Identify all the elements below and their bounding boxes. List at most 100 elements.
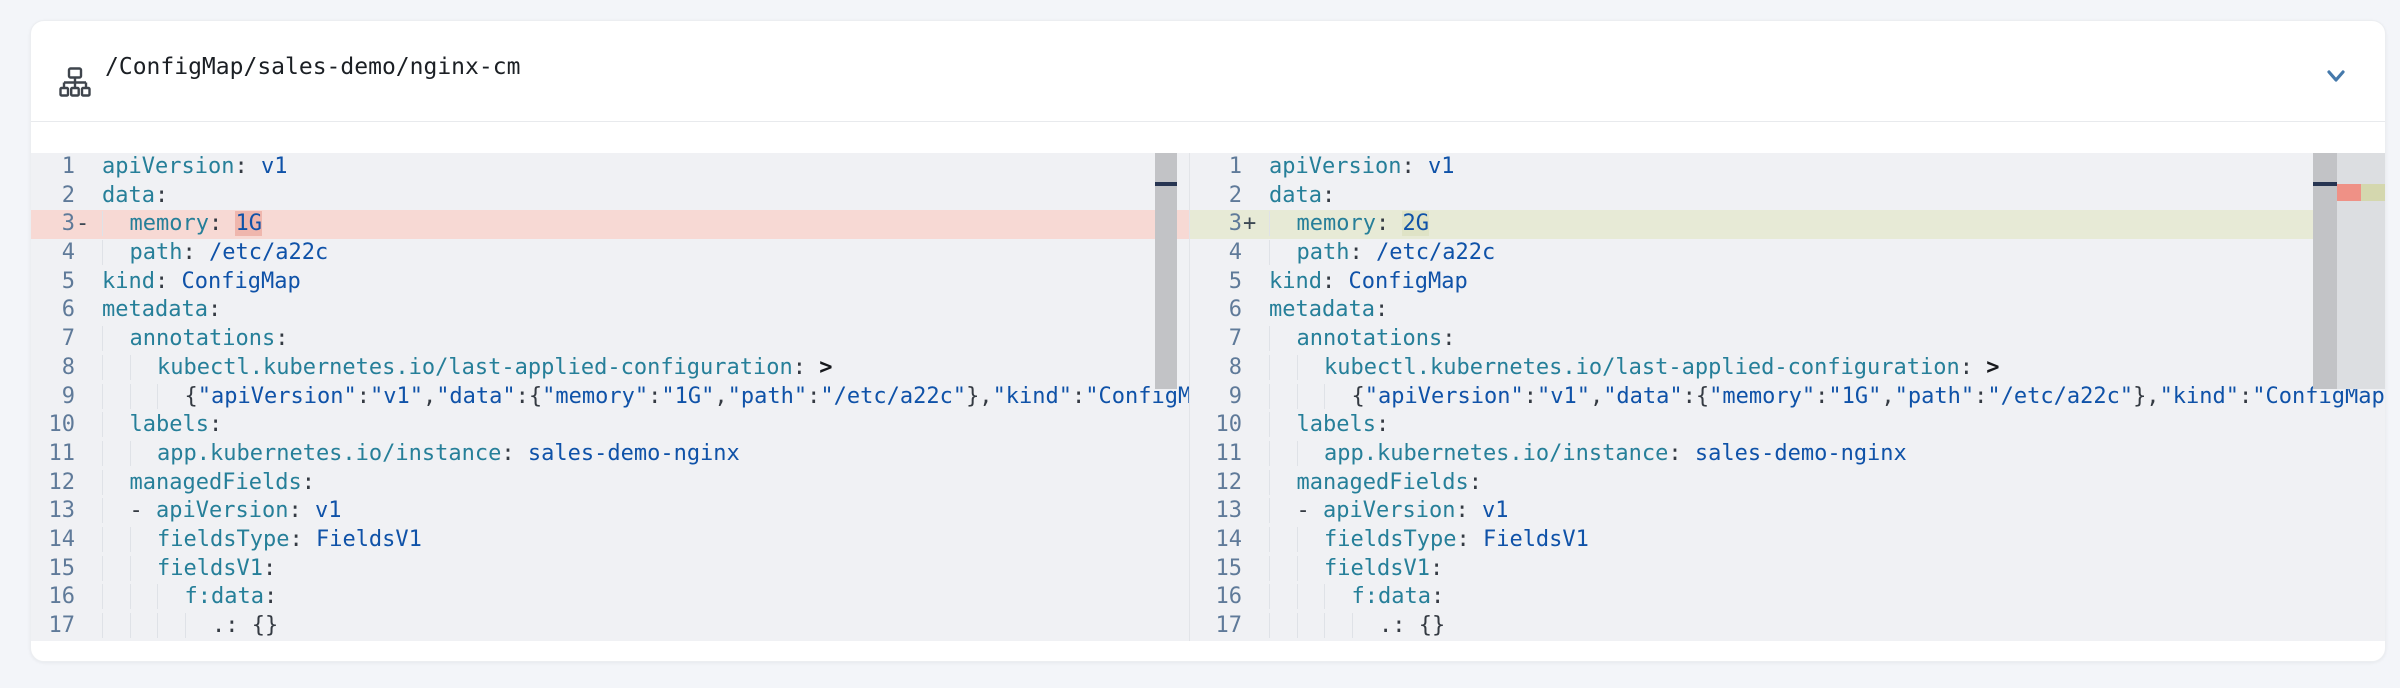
diff-sign [1242,583,1269,612]
overview-diff-marker [1155,182,1177,186]
line-number: 16 [1190,583,1242,612]
line-number: 6 [1190,296,1242,325]
code-line: 2data: [1190,182,2385,211]
code-text: annotations: [102,325,288,354]
code-line: 1 apiVersion: v1 [31,153,1189,182]
line-number: 14 [1190,526,1242,555]
code-text: annotations: [1269,325,1455,354]
scrollbar-thumb-original[interactable] [1155,153,1177,389]
code-text: f:data: [1269,583,1444,612]
code-text: path: /etc/a22c [102,239,328,268]
line-number: 3 [1190,210,1242,239]
diff-sign [75,612,102,641]
code-text: f:data: [102,583,277,612]
line-number: 8 [1190,354,1242,383]
diff-sign [75,354,102,383]
code-text: metadata: [102,296,221,325]
line-number: 15 [31,555,75,584]
diff-sign [1242,526,1269,555]
code-text: {"apiVersion":"v1","data":{"memory":"1G"… [1269,383,2385,412]
code-line: 5 kind: ConfigMap [1190,268,2385,297]
code-line: 11 app.kubernetes.io/instance: sales-dem… [1190,440,2385,469]
code-line: 10 labels: [1190,411,2385,440]
code-line: 16 f:data: [1190,583,2385,612]
code-line-added: 3+ memory: 2G [1190,210,2385,239]
line-number: 12 [1190,469,1242,498]
code-text: kubectl.kubernetes.io/last-applied-confi… [1269,354,2000,383]
code-line: 7 annotations: [31,325,1189,354]
code-text: fieldsType: FieldsV1 [1269,526,1589,555]
code-text: fieldsType: FieldsV1 [102,526,422,555]
code-text: labels: [1269,411,1389,440]
line-number: 7 [1190,325,1242,354]
diff-sign [75,296,102,325]
code-text: apiVersion: v1 [1269,153,1454,182]
resource-path-title: /ConfigMap/sales-demo/nginx-cm [105,54,520,80]
code-line: 6 metadata: [1190,296,2385,325]
code-text: memory: 1G [102,210,262,239]
line-number: 11 [1190,440,1242,469]
diff-sign [75,555,102,584]
diff-sign [75,583,102,612]
ruler-added-mark [2361,184,2385,201]
code-line: 2 data: [31,182,1189,211]
ruler-removed-mark [2337,184,2361,201]
overview-diff-marker [2313,182,2337,186]
code-text: kind: ConfigMap [1269,268,1468,297]
chevron-down-icon[interactable] [2321,61,2351,91]
diff-pane-original[interactable]: 1apiVersion: v12data:3- memory: 1G4 path… [31,153,1189,641]
line-number: 2 [1190,182,1242,211]
diff-sign [1242,354,1269,383]
code-text: .: {} [1269,612,1445,641]
line-number: 1 [1190,153,1242,182]
diff-header[interactable]: /ConfigMap/sales-demo/nginx-cm [31,21,2385,121]
code-line: 7 annotations: [1190,325,2385,354]
code-line: 12 managedFields: [1190,469,2385,498]
line-number: 5 [1190,268,1242,297]
line-number: 1 [31,153,75,182]
code-line: 1 apiVersion: v1 [1190,153,2385,182]
code-text: - apiVersion: v1 [1269,497,1508,526]
line-number: 17 [1190,612,1242,641]
code-text: path: /etc/a22c [1269,239,1495,268]
line-number: 9 [1190,383,1242,412]
diff-sign [75,383,102,412]
page-background: /ConfigMap/sales-demo/nginx-cm 1 apiVersi… [0,0,2400,688]
diff-sign [75,153,102,182]
diff-pane-modified[interactable]: 1apiVersion: v12data:3+ memory: 2G4 path… [1189,153,2385,641]
overview-ruler [2337,153,2385,389]
line-number: 15 [1190,555,1242,584]
code-text: apiVersion: v1 [102,153,287,182]
diff-sign [1242,469,1269,498]
line-number: 11 [31,440,75,469]
code-text: metadata: [1269,296,1388,325]
code-text: kind: ConfigMap [102,268,301,297]
code-text: fieldsV1: [1269,555,1443,584]
resource-diff-card: /ConfigMap/sales-demo/nginx-cm 1 apiVersi… [30,20,2386,662]
scrollbar-thumb-modified[interactable] [2313,153,2337,389]
code-text: fieldsV1: [102,555,276,584]
line-number: 13 [31,497,75,526]
diff-sign [1242,268,1269,297]
code-line: 15 fieldsV1: [31,555,1189,584]
code-line: 13 - apiVersion: v1 [31,497,1189,526]
code-text: managedFields: [1269,469,1482,498]
line-number: 14 [31,526,75,555]
diff-sign [75,411,102,440]
diff-sign [75,526,102,555]
code-text: data: [102,182,168,211]
diff-sign [75,239,102,268]
code-line: 14 fieldsType: FieldsV1 [1190,526,2385,555]
line-number: 13 [1190,497,1242,526]
code-line: 8 kubectl.kubernetes.io/last-applied-con… [31,354,1189,383]
line-number: 3 [31,210,75,239]
line-number: 2 [31,182,75,211]
line-number: 9 [31,383,75,412]
code-line: 16 f:data: [31,583,1189,612]
line-number: 10 [31,411,75,440]
code-line: 10 labels: [31,411,1189,440]
code-line: 11 app.kubernetes.io/instance: sales-dem… [31,440,1189,469]
code-line-removed: 3- memory: 1G [31,210,1189,239]
code-text: - apiVersion: v1 [102,497,341,526]
code-text: app.kubernetes.io/instance: sales-demo-n… [1269,440,1907,469]
